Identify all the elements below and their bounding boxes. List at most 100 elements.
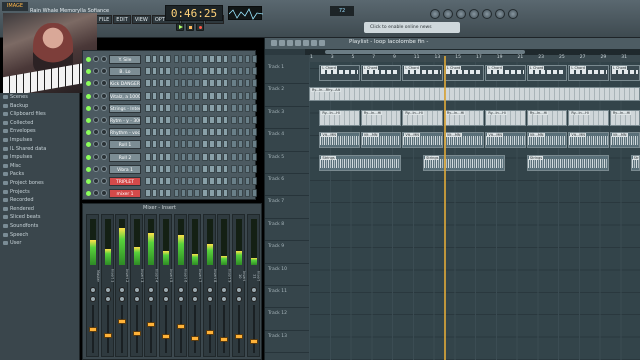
browser-item[interactable]: Backup bbox=[0, 102, 79, 111]
step-button[interactable] bbox=[216, 177, 222, 185]
channel-volume-knob[interactable] bbox=[101, 92, 107, 99]
step-button[interactable] bbox=[202, 55, 208, 63]
step-button[interactable] bbox=[209, 55, 215, 63]
step-button[interactable] bbox=[173, 79, 180, 88]
channel-name-button[interactable]: Roll 2 bbox=[109, 152, 141, 162]
menu-edit[interactable]: EDIT bbox=[113, 15, 131, 24]
step-button[interactable] bbox=[158, 164, 165, 173]
step-button[interactable] bbox=[231, 164, 237, 173]
track-header[interactable]: Track 9 bbox=[265, 241, 309, 264]
channel-volume-knob[interactable] bbox=[101, 153, 107, 160]
mixer-window-icon[interactable] bbox=[482, 9, 492, 19]
channel-pan-knob[interactable] bbox=[93, 178, 99, 184]
step-button[interactable] bbox=[180, 128, 186, 137]
step-button[interactable] bbox=[151, 116, 158, 124]
piano-roll-window-icon[interactable] bbox=[443, 9, 453, 19]
step-button[interactable] bbox=[237, 140, 244, 149]
pan-knob[interactable] bbox=[104, 287, 111, 293]
browser-item[interactable]: Clipboard files bbox=[0, 110, 79, 119]
step-button[interactable] bbox=[231, 140, 237, 149]
step-button[interactable] bbox=[173, 152, 180, 161]
step-button[interactable] bbox=[194, 177, 200, 185]
step-button[interactable] bbox=[145, 140, 151, 149]
step-button[interactable] bbox=[194, 152, 200, 161]
step-button[interactable] bbox=[187, 189, 193, 198]
step-button[interactable] bbox=[209, 189, 215, 198]
channel-name-button[interactable]: Kick DANGER bbox=[109, 79, 141, 89]
channel-mute-led[interactable] bbox=[86, 81, 91, 87]
volume-fader[interactable] bbox=[205, 329, 214, 335]
channel-mute-led[interactable] bbox=[86, 179, 91, 184]
step-button[interactable] bbox=[151, 103, 158, 112]
step-button[interactable] bbox=[145, 152, 151, 161]
step-button[interactable] bbox=[231, 79, 237, 88]
step-button[interactable] bbox=[151, 164, 158, 173]
step-button[interactable] bbox=[209, 103, 215, 112]
channel-pan-knob[interactable] bbox=[93, 129, 99, 136]
track-header[interactable]: Track 5 bbox=[265, 152, 309, 174]
browser-item[interactable]: Packs bbox=[0, 170, 79, 179]
channel-mute-led[interactable] bbox=[86, 57, 91, 62]
channel-pan-knob[interactable] bbox=[93, 165, 99, 172]
step-button[interactable] bbox=[216, 67, 222, 76]
stereo-knob[interactable] bbox=[192, 296, 199, 302]
playlist-clip[interactable]: L Chord bbox=[360, 65, 402, 81]
step-button[interactable] bbox=[244, 164, 251, 173]
pan-knob[interactable] bbox=[90, 287, 96, 293]
step-button[interactable] bbox=[237, 79, 244, 88]
step-button[interactable] bbox=[151, 55, 158, 63]
step-button[interactable] bbox=[173, 103, 180, 112]
step-button[interactable] bbox=[165, 91, 171, 100]
step-button[interactable] bbox=[145, 103, 151, 112]
channel-mute-led[interactable] bbox=[86, 105, 91, 111]
song-time-display[interactable]: 0:46:25 bbox=[165, 5, 223, 21]
stereo-knob[interactable] bbox=[206, 296, 213, 302]
playlist-clip[interactable]: L Chord bbox=[319, 65, 360, 81]
step-button[interactable] bbox=[145, 116, 151, 124]
record-button[interactable] bbox=[196, 23, 204, 31]
volume-fader[interactable] bbox=[191, 335, 200, 341]
browser-item[interactable]: Soundfonts bbox=[0, 222, 79, 231]
playlist-clip[interactable]: L Chord bbox=[568, 65, 609, 81]
step-button[interactable] bbox=[251, 177, 257, 185]
step-button[interactable] bbox=[222, 116, 229, 124]
step-button[interactable] bbox=[145, 128, 151, 137]
pan-knob[interactable] bbox=[206, 287, 213, 293]
step-button[interactable] bbox=[194, 128, 200, 137]
step-button[interactable] bbox=[158, 116, 165, 124]
step-button[interactable] bbox=[202, 164, 208, 173]
playlist-clip[interactable]: Ry...In...Hi bbox=[609, 109, 640, 126]
step-button[interactable] bbox=[251, 189, 257, 198]
slice-tool-icon[interactable] bbox=[303, 40, 309, 46]
paint-tool-icon[interactable] bbox=[279, 40, 285, 46]
browser-item[interactable]: Sliced beats bbox=[0, 213, 79, 222]
step-button[interactable] bbox=[145, 164, 151, 173]
step-button[interactable] bbox=[216, 79, 222, 88]
step-button[interactable] bbox=[187, 91, 193, 100]
delete-tool-icon[interactable] bbox=[287, 40, 293, 46]
playhead[interactable] bbox=[443, 56, 446, 360]
playlist-clip[interactable]: Ry...In...Hi bbox=[319, 109, 360, 126]
step-button[interactable] bbox=[187, 152, 193, 161]
step-button[interactable] bbox=[244, 67, 251, 76]
volume-fader[interactable] bbox=[249, 338, 258, 344]
step-button[interactable] bbox=[216, 116, 222, 124]
track-header[interactable]: Track 2 bbox=[265, 84, 309, 107]
step-button[interactable] bbox=[251, 55, 257, 63]
browser-item[interactable]: Rendered bbox=[0, 205, 79, 214]
volume-fader[interactable] bbox=[220, 337, 229, 342]
playlist-clip[interactable]: Vit...MN bbox=[609, 132, 640, 149]
step-button[interactable] bbox=[209, 79, 215, 88]
step-button[interactable] bbox=[251, 67, 257, 76]
playlist-clip[interactable]: L Chord bbox=[609, 65, 640, 81]
step-button[interactable] bbox=[151, 79, 158, 88]
step-button[interactable] bbox=[216, 164, 222, 173]
browser-item[interactable]: Project bones bbox=[0, 179, 79, 188]
mute-tool-icon[interactable] bbox=[295, 40, 301, 46]
playlist-clip[interactable]: Vit...MN bbox=[443, 132, 485, 149]
step-button[interactable] bbox=[222, 79, 229, 88]
playlist-clip[interactable]: Ry...In...Rhy...Alt bbox=[309, 87, 640, 102]
track-header[interactable]: Track 10 bbox=[265, 264, 309, 286]
channel-pan-knob[interactable] bbox=[93, 92, 99, 99]
step-button[interactable] bbox=[222, 177, 229, 185]
